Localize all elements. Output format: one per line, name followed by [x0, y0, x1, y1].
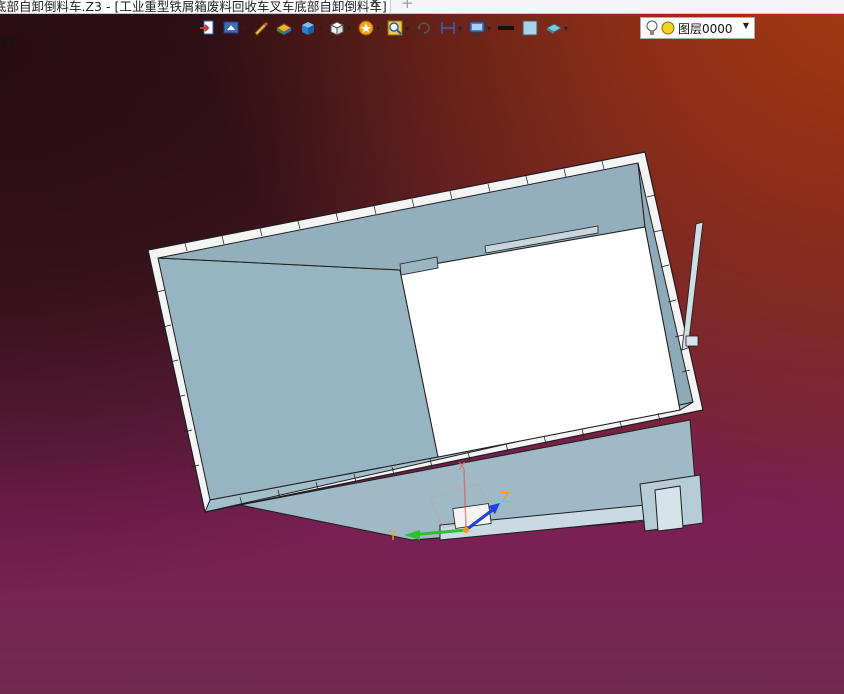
x-axis-label: X [458, 460, 466, 473]
z-axis-label: Z [501, 491, 510, 506]
model-canvas: X Y Z [147, 151, 704, 544]
hinge-block-inner [654, 485, 684, 532]
origin-point [463, 527, 469, 533]
y-axis-label: Y [388, 529, 397, 544]
3d-viewport[interactable]: X Y Z [0, 40, 844, 694]
side-lever [681, 221, 704, 351]
lever-knob [685, 335, 699, 347]
